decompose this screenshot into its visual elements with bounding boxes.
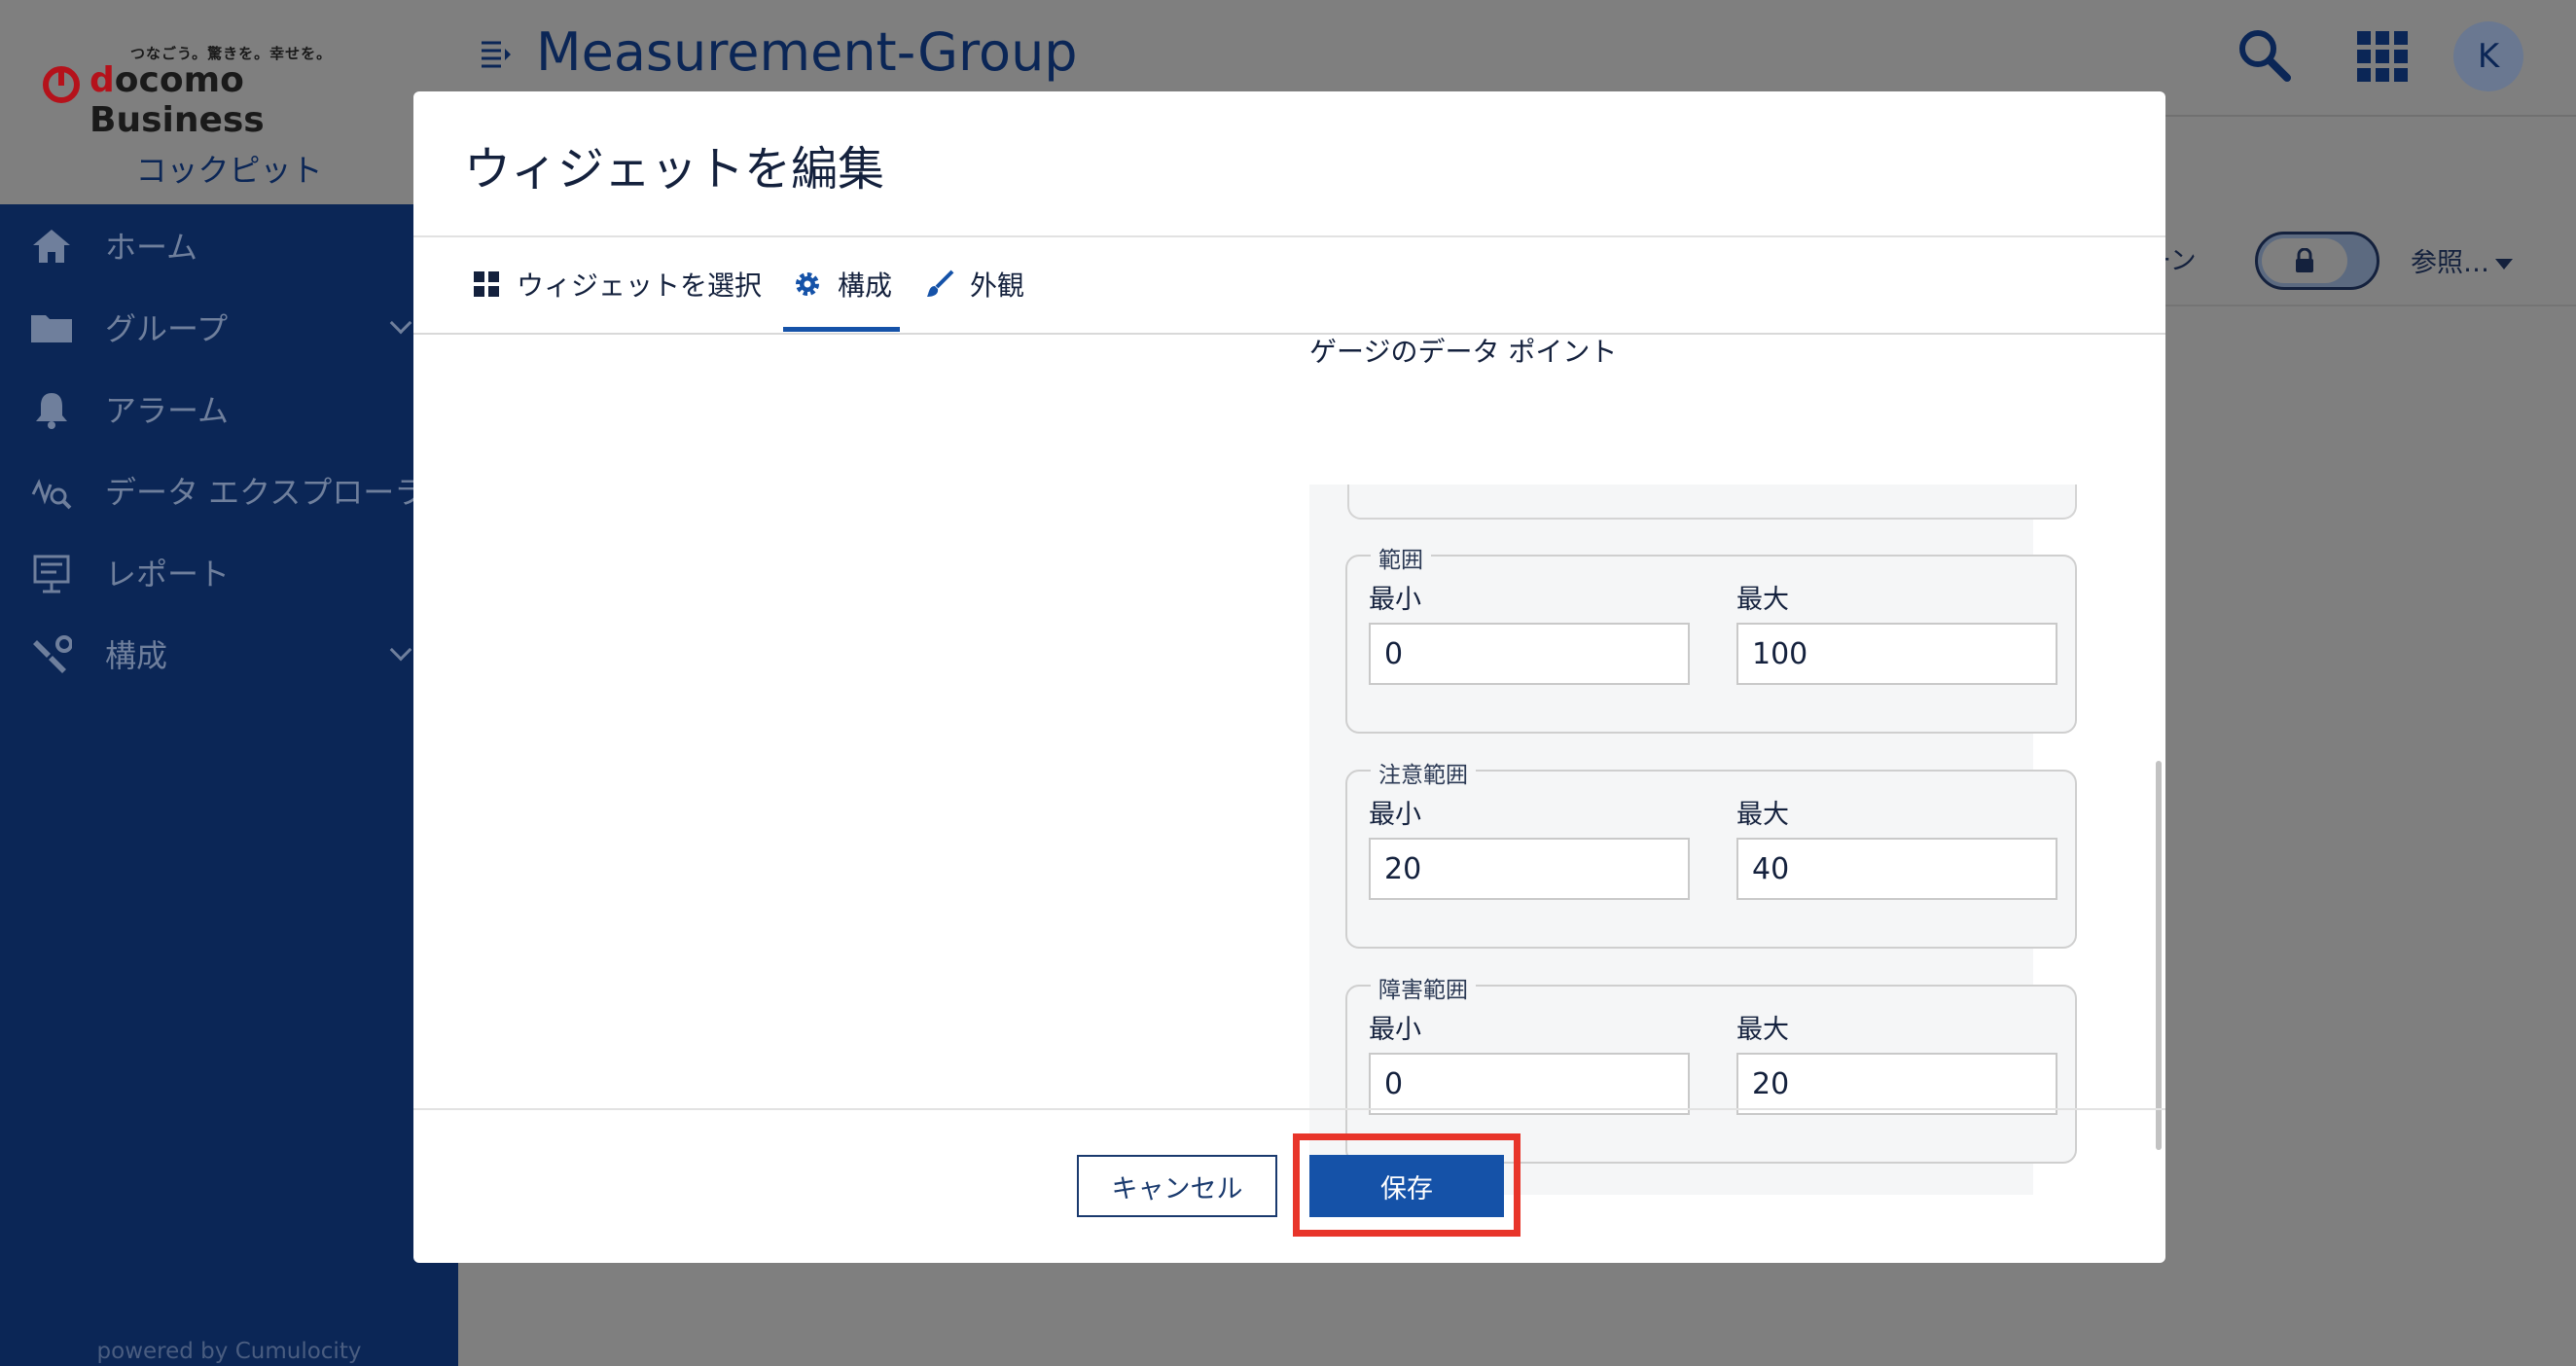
wrench-icon [33,635,72,673]
page-title: Measurement-Group [536,21,1078,83]
chevron-down-icon [389,638,412,662]
critical-max-input[interactable] [1736,1053,2057,1115]
home-icon [33,230,70,263]
sidebar-item-label: ホーム [105,229,198,266]
warning-range-legend: 注意範囲 [1371,756,1476,789]
tab-label: 外観 [970,270,1025,302]
range-max-input[interactable] [1736,623,2057,685]
brand-area: つなごう。驚きを。幸せを。 docomo Business コックピット [0,0,458,204]
min-label: 最小 [1369,800,1421,830]
sidebar-item-label: データ エクスプローラ [105,474,426,511]
brand-name: docomo Business [89,60,265,140]
tab-configuration[interactable]: 構成 [793,237,892,331]
min-label: 最小 [1369,585,1421,615]
warning-range-group: 注意範囲 最小 最大 [1345,756,2077,949]
gear-icon [796,272,819,296]
datapoint-card [1347,485,2077,520]
app-name[interactable]: コックピット [0,146,458,191]
divider [413,333,2165,335]
modal-tabs: ウィジェットを選択 構成 外観 [413,237,2165,420]
critical-range-legend: 障害範囲 [1371,971,1476,1004]
sidebar-item-label: レポート [105,556,231,593]
caret-down-icon [2495,259,2513,270]
divider [413,1108,2165,1110]
chevron-down-icon [389,311,412,335]
app-switcher-icon[interactable] [2355,29,2410,84]
reference-dropdown[interactable]: 参照… [2411,241,2513,279]
tab-label: ウィジェットを選択 [517,270,763,302]
range-group: 範囲 最小 最大 [1345,541,2077,734]
search-icon[interactable] [2235,25,2293,84]
sidebar: つなごう。驚きを。幸せを。 docomo Business コックピット ホーム… [0,0,458,1366]
logo-mark-icon [43,66,80,103]
tab-appearance[interactable]: 外観 [925,237,1024,331]
lock-toggle[interactable] [2255,232,2379,290]
sidebar-item-alarm[interactable]: アラーム [0,368,458,449]
range-legend: 範囲 [1371,541,1431,574]
reference-label: 参照… [2411,248,2489,278]
sidebar-item-label: 構成 [105,637,168,674]
report-icon [33,555,70,593]
min-label: 最小 [1369,1015,1421,1045]
scrollbar-thumb[interactable] [2156,761,2162,1150]
lock-icon [2296,248,2313,272]
modal-title: ウィジェットを編集 [464,142,885,197]
sidebar-item-group[interactable]: グループ [0,286,458,368]
sidebar-item-report[interactable]: レポート [0,531,458,613]
critical-min-input[interactable] [1369,1053,1690,1115]
sidebar-item-label: アラーム [105,392,230,429]
brush-icon [927,270,954,297]
grid-icon [474,271,499,297]
docomo-business-logo[interactable]: つなごう。驚きを。幸せを。 docomo Business [43,43,393,140]
tab-select-widget[interactable]: ウィジェットを選択 [472,237,762,331]
tab-label: 構成 [838,270,893,302]
active-tab-indicator [783,327,900,332]
gauge-datapoints-heading: ゲージのデータ ポイント [1309,336,1618,368]
bell-icon [36,393,67,429]
user-avatar[interactable]: K [2453,21,2523,91]
save-button[interactable]: 保存 [1309,1155,1504,1217]
sidebar-item-data-explorer[interactable]: データ エクスプローラ [0,449,458,531]
max-label: 最大 [1736,585,1789,615]
max-label: 最大 [1736,1015,1789,1045]
edit-widget-modal: ウィジェットを編集 ウィジェットを選択 構成 外観 ゲージのデータ ポイント 範… [413,91,2165,1263]
data-explorer-icon [31,479,72,510]
max-label: 最大 [1736,800,1789,830]
cancel-button[interactable]: キャンセル [1077,1155,1277,1217]
warning-max-input[interactable] [1736,838,2057,900]
folder-icon [31,315,72,342]
critical-range-group: 障害範囲 最小 最大 [1345,971,2077,1164]
warning-min-input[interactable] [1369,838,1690,900]
powered-by: powered by Cumulocity [96,1339,362,1364]
range-min-input[interactable] [1369,623,1690,685]
menu-toggle-icon[interactable] [480,39,513,68]
sidebar-item-label: グループ [105,310,229,347]
lock-knob [2262,238,2347,283]
sidebar-item-home[interactable]: ホーム [0,204,458,286]
sidebar-item-configuration[interactable]: 構成 [0,613,458,695]
sidebar-nav: ホーム グループ アラーム データ エクスプローラ レポート 構成 [0,204,458,695]
